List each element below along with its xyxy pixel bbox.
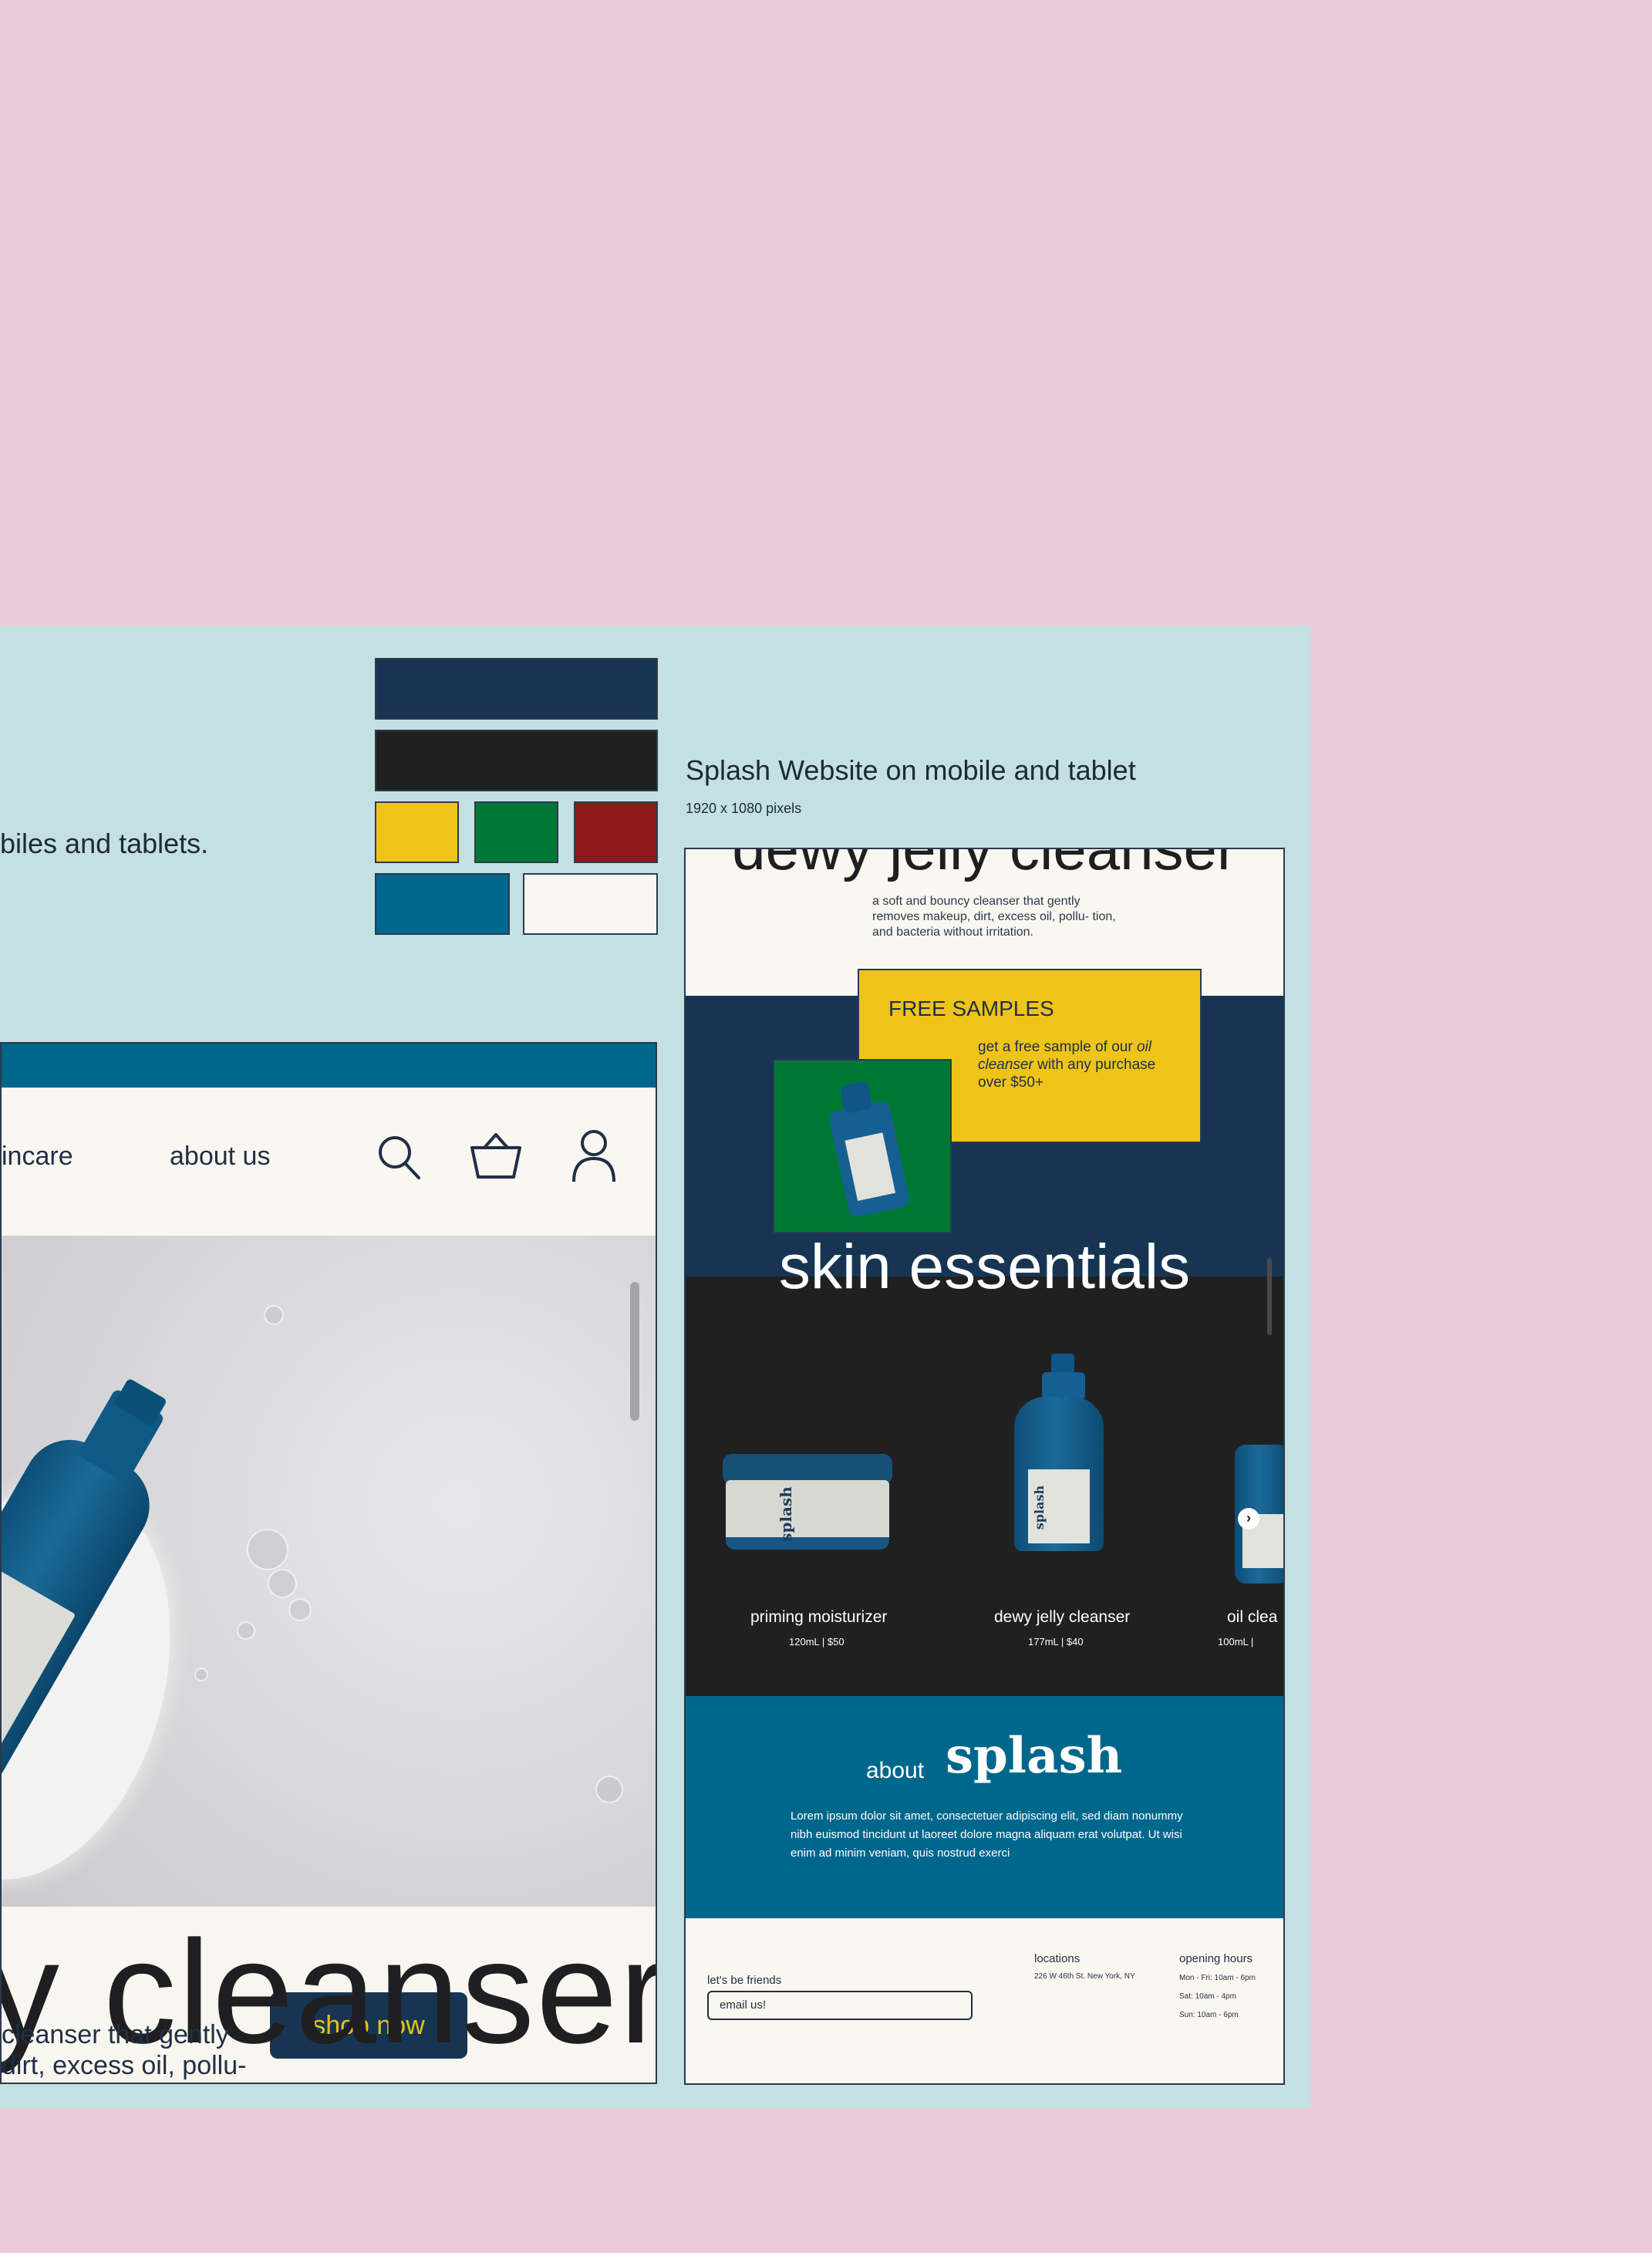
about-section: about splash Lorem ipsum dolor sit amet,… bbox=[686, 1696, 1283, 1918]
board-left-text: biles and tablets. bbox=[0, 828, 209, 859]
tablet-top-bar bbox=[2, 1044, 656, 1088]
basket-icon[interactable] bbox=[469, 1131, 523, 1186]
search-icon[interactable] bbox=[376, 1134, 423, 1186]
swatch-black bbox=[375, 730, 658, 791]
swatch-green bbox=[474, 801, 558, 863]
product-price: 100mL | bbox=[1218, 1636, 1254, 1648]
tablet-scrollbar[interactable] bbox=[630, 1282, 639, 1421]
mobile-scrollbar[interactable] bbox=[1267, 1258, 1272, 1335]
product-price: 177mL | $40 bbox=[1028, 1636, 1084, 1648]
product-name: oil clea bbox=[1227, 1608, 1278, 1626]
swatch-cream bbox=[523, 873, 658, 935]
presentation-board: biles and tablets. Splash Website on mob… bbox=[0, 626, 1310, 2109]
board-subtitle: 1920 x 1080 pixels bbox=[686, 801, 802, 816]
hours-saturday: Sat: 10am - 4pm bbox=[1179, 1992, 1236, 2001]
tablet-navbar: incare about us bbox=[2, 1088, 656, 1236]
swatch-yellow bbox=[375, 801, 459, 863]
about-text: Lorem ipsum dolor sit amet, consectetuer… bbox=[791, 1809, 1183, 1860]
about-prefix: about bbox=[866, 1758, 925, 1783]
swatch-blue bbox=[375, 873, 510, 935]
free-samples-text: get a free sample of our oil cleanser wi… bbox=[978, 1039, 1156, 1091]
swatch-red bbox=[574, 801, 658, 863]
account-icon[interactable] bbox=[571, 1128, 617, 1187]
hours-weekday: Mon - Fri: 10am - 6pm bbox=[1179, 1974, 1256, 1982]
free-samples-heading: FREE SAMPLES bbox=[888, 997, 1054, 1020]
tablet-hero-image bbox=[2, 1236, 656, 1907]
product-price: 120mL | $50 bbox=[789, 1636, 845, 1648]
opening-hours-heading: opening hours bbox=[1179, 1952, 1253, 1965]
email-field[interactable]: email us! bbox=[707, 1991, 973, 2020]
nav-about-link[interactable]: about us bbox=[170, 1142, 270, 1172]
mobile-product-description: a soft and bouncy cleanser that gently r… bbox=[872, 895, 1116, 939]
hero-description: cleanser that gently dirt, excess oil, p… bbox=[2, 2019, 246, 2081]
board-title: Splash Website on mobile and tablet bbox=[686, 754, 1136, 786]
product-card[interactable]: oil clea 100mL | bbox=[1218, 1445, 1283, 1722]
product-card[interactable]: splash dewy jelly cleanser 177mL | $40 bbox=[994, 1354, 1161, 1724]
locations-heading: locations bbox=[1034, 1952, 1081, 1965]
product-card[interactable]: splash priming moisturizer 120mL | $50 bbox=[723, 1454, 892, 1716]
tablet-mockup: incare about us shop now y cleanser clea… bbox=[0, 1042, 657, 2084]
mobile-product-title: dewy jelly cleanser bbox=[732, 848, 1237, 882]
swatch-navy bbox=[375, 658, 658, 720]
product-name: priming moisturizer bbox=[750, 1608, 888, 1626]
skin-essentials-title: skin essentials bbox=[778, 1232, 1191, 1302]
newsletter-label: let's be friends bbox=[707, 1974, 782, 1987]
carousel-next-arrow-icon[interactable]: › bbox=[1238, 1508, 1259, 1530]
locations-address: 226 W 46th St. New York, NY bbox=[1034, 1972, 1135, 1981]
skin-essentials-section: splash priming moisturizer 120mL | $50 s… bbox=[686, 1277, 1283, 1696]
mobile-mockup: dewy jelly cleanser a soft and bouncy cl… bbox=[684, 848, 1285, 2085]
hero-description-line: cleanser that gently bbox=[2, 2020, 229, 2049]
hours-sunday: Sun: 10am - 6pm bbox=[1179, 2011, 1239, 2019]
nav-skincare-link[interactable]: incare bbox=[2, 1142, 73, 1172]
product-name: dewy jelly cleanser bbox=[994, 1608, 1131, 1626]
sample-product-image bbox=[773, 1059, 952, 1233]
mobile-footer: let's be friends email us! locations 226… bbox=[686, 1918, 1283, 2083]
splash-logo: splash bbox=[946, 1727, 1123, 1785]
hero-description-line: dirt, excess oil, pollu- bbox=[2, 2051, 247, 2080]
